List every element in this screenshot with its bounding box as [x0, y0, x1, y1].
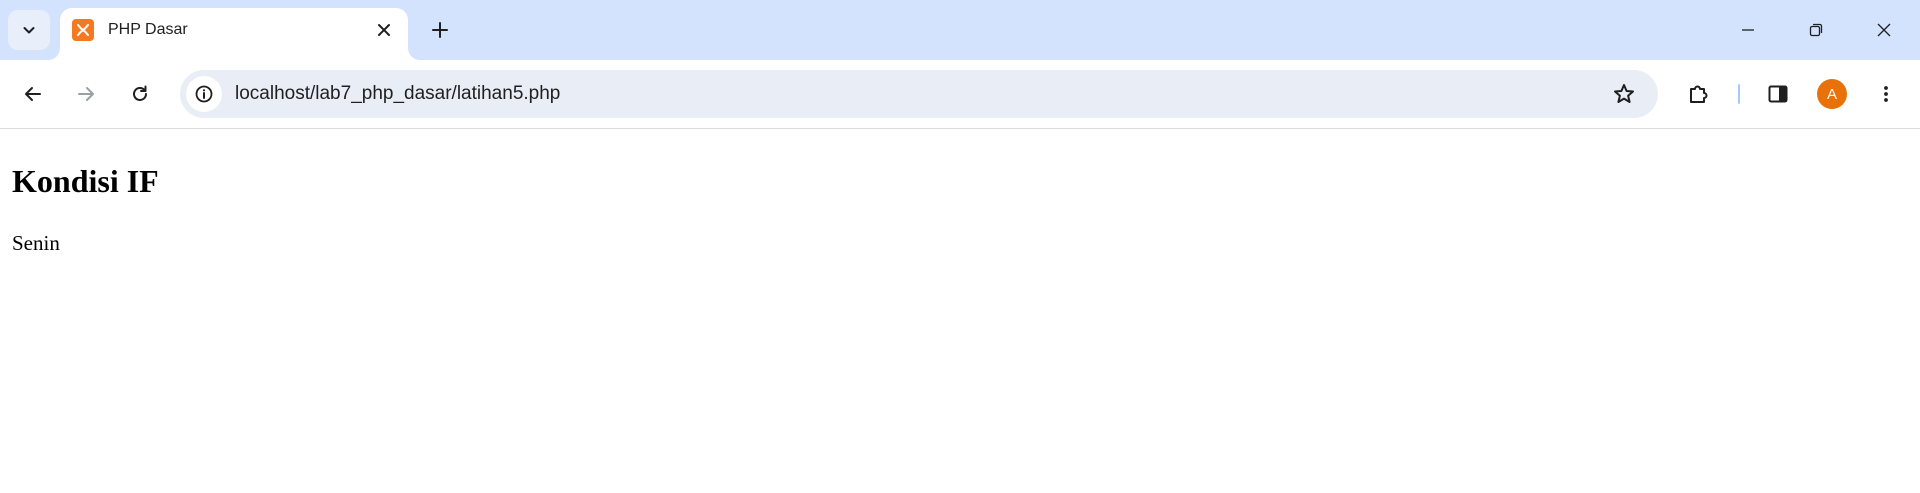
site-info-button[interactable] — [186, 76, 222, 112]
arrow-left-icon — [23, 84, 43, 104]
restore-button[interactable] — [1784, 0, 1848, 60]
url-text[interactable]: localhost/lab7_php_dasar/latihan5.php — [235, 83, 560, 105]
avatar: A — [1817, 79, 1847, 109]
minimize-button[interactable] — [1716, 0, 1780, 60]
browser-window: PHP Dasar localhost/lab7_php_dasar/latih… — [0, 0, 1920, 493]
page-content: Kondisi IF Senin — [0, 129, 1920, 493]
reload-icon — [130, 84, 150, 104]
info-icon — [194, 84, 214, 104]
close-window-button[interactable] — [1852, 0, 1916, 60]
forward-button[interactable] — [66, 74, 106, 114]
more-vert-icon — [1876, 84, 1896, 104]
reload-button[interactable] — [120, 74, 160, 114]
arrow-right-icon — [76, 84, 96, 104]
tab-title: PHP Dasar — [108, 21, 188, 38]
puzzle-icon — [1687, 82, 1711, 106]
tab-active[interactable]: PHP Dasar — [60, 8, 408, 60]
toolbar-divider — [1738, 84, 1740, 104]
menu-button[interactable] — [1866, 74, 1906, 114]
close-tab-button[interactable] — [370, 16, 398, 44]
side-panel-button[interactable] — [1758, 74, 1798, 114]
new-tab-button[interactable] — [423, 13, 457, 47]
extensions-button[interactable] — [1679, 74, 1719, 114]
plus-icon — [431, 21, 449, 39]
page-text: Senin — [12, 231, 60, 255]
chevron-down-icon — [21, 22, 37, 38]
restore-icon — [1808, 22, 1824, 38]
tab-search-button[interactable] — [8, 10, 50, 50]
close-icon — [1876, 22, 1892, 38]
bookmark-button[interactable] — [1610, 80, 1638, 108]
back-button[interactable] — [13, 74, 53, 114]
side-panel-icon — [1766, 82, 1790, 106]
star-icon — [1612, 82, 1636, 106]
close-icon — [377, 23, 391, 37]
page-heading: Kondisi IF — [12, 163, 159, 199]
address-bar[interactable]: localhost/lab7_php_dasar/latihan5.php — [180, 70, 1658, 118]
xampp-icon — [72, 19, 94, 41]
minimize-icon — [1740, 22, 1756, 38]
toolbar: localhost/lab7_php_dasar/latihan5.php A — [0, 60, 1920, 129]
profile-button[interactable]: A — [1812, 74, 1852, 114]
tab-strip: PHP Dasar — [0, 0, 1920, 60]
